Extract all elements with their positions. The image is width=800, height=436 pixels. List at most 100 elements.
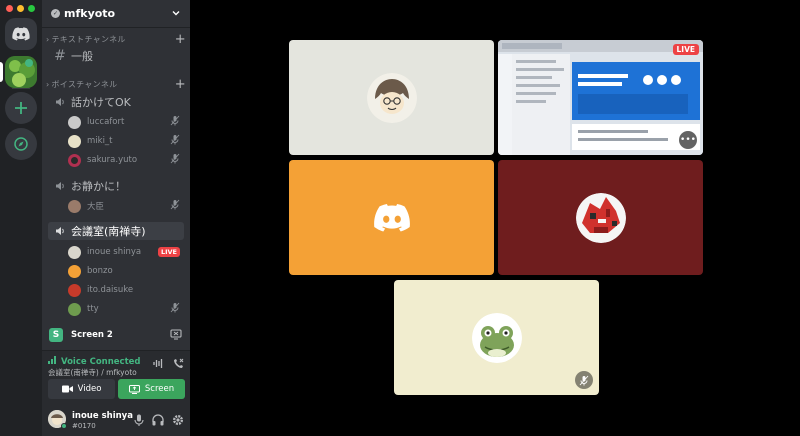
voice-user[interactable]: ito.daisuke: [68, 282, 184, 298]
server-name: mfkyoto: [64, 7, 116, 20]
category-text-channels[interactable]: › テキストチャンネル +: [46, 32, 186, 47]
category-label: ボイスチャンネル: [51, 79, 118, 89]
voice-channel-3[interactable]: 会議室(南禅寺): [48, 222, 184, 240]
avatar: [471, 312, 522, 363]
screen-share-label: Screen 2: [71, 330, 113, 340]
signal-icon: [48, 356, 56, 364]
channel-label: お静かに！: [71, 180, 126, 193]
settings-icon[interactable]: [172, 414, 184, 426]
add-channel-icon[interactable]: +: [175, 77, 186, 92]
voice-status-label: Voice Connected: [60, 357, 141, 367]
mute-icon: [579, 375, 589, 385]
avatar: [366, 72, 417, 123]
rail-divider: [12, 88, 30, 89]
window-close-button[interactable]: [6, 5, 13, 12]
screen-button[interactable]: Screen: [118, 379, 185, 399]
avatar: [68, 264, 81, 278]
screen-icon: [128, 384, 140, 394]
channel-label: 話かけてOK: [71, 96, 131, 109]
current-user-tag: #0170: [72, 422, 96, 430]
video-icon: [61, 385, 73, 393]
chevron-down-icon: [172, 11, 180, 16]
video-tile[interactable]: [498, 160, 703, 275]
stop-stream-icon[interactable]: [170, 329, 182, 340]
muted-indicator: [575, 371, 593, 389]
user-name: ito.daisuke: [87, 285, 134, 295]
video-button[interactable]: Video: [48, 379, 115, 399]
server-avatar-icon: [5, 56, 37, 88]
avatar: [68, 199, 81, 213]
server-icon-mfkyoto[interactable]: [5, 56, 37, 88]
avatar: [68, 302, 81, 316]
server-badge-icon: ✓: [51, 9, 60, 18]
user-name: inoue shinya: [87, 247, 142, 257]
window-zoom-button[interactable]: [28, 5, 35, 12]
user-name: 大臣: [87, 202, 105, 212]
home-button[interactable]: [5, 18, 37, 50]
video-stage: LIVE •••: [190, 0, 800, 436]
disconnect-icon[interactable]: [172, 358, 184, 370]
video-tile[interactable]: [394, 280, 599, 395]
avatar: [68, 115, 81, 129]
screen-label: Screen: [144, 384, 175, 394]
add-channel-icon[interactable]: +: [175, 32, 186, 47]
discord-home-icon: [12, 27, 30, 41]
voice-user[interactable]: luccafort: [68, 114, 184, 130]
more-options-button[interactable]: •••: [679, 131, 697, 149]
screen-share-row[interactable]: S Screen 2: [46, 324, 186, 346]
speaker-icon: [54, 181, 66, 191]
avatar: [68, 245, 81, 259]
voice-user[interactable]: miki_t: [68, 133, 184, 149]
user-panel: inoue shinya #0170: [42, 402, 190, 436]
category-chevron-icon: ›: [46, 79, 50, 89]
voice-user[interactable]: bonzo: [68, 263, 184, 279]
voice-status[interactable]: Voice Connected: [48, 356, 141, 367]
voice-channel-2[interactable]: お静かに！: [48, 177, 184, 195]
mute-icon: [170, 302, 180, 313]
explore-servers-button[interactable]: [5, 128, 37, 160]
online-status-dot: [61, 423, 67, 429]
hash-icon: #: [54, 48, 66, 64]
current-user-name: inoue shinya: [72, 411, 133, 421]
channel-label: 一般: [71, 50, 93, 63]
mic-icon[interactable]: [134, 414, 144, 426]
screen-share-thumb: S: [49, 328, 63, 342]
user-name: bonzo: [87, 266, 113, 276]
channel-label: 会議室(南禅寺): [71, 225, 146, 238]
voice-user[interactable]: tty: [68, 301, 184, 317]
video-label: Video: [77, 384, 102, 394]
headphones-icon[interactable]: [152, 414, 164, 426]
discord-logo-icon: [373, 203, 410, 232]
server-header[interactable]: ✓ mfkyoto: [42, 0, 190, 28]
mute-icon: [170, 115, 180, 126]
user-name: miki_t: [87, 136, 113, 146]
voice-user[interactable]: 大臣: [68, 198, 184, 214]
voice-user[interactable]: inoue shinya LIVE: [68, 244, 184, 260]
voice-user[interactable]: sakura.yuto: [68, 152, 184, 168]
window-minimize-button[interactable]: [17, 5, 24, 12]
avatar: [575, 192, 626, 243]
server-rail: [0, 0, 42, 436]
user-name: sakura.yuto: [87, 155, 138, 165]
speaker-icon: [54, 226, 66, 236]
mute-icon: [170, 134, 180, 145]
video-tile[interactable]: [289, 160, 494, 275]
voice-location: 会議室(南禅寺) / mfkyoto: [48, 368, 137, 377]
category-voice-channels[interactable]: › ボイスチャンネル +: [46, 77, 186, 92]
screen-share-tile[interactable]: LIVE •••: [498, 40, 703, 155]
screen-share-preview: [498, 40, 703, 155]
explore-icon: [14, 137, 28, 151]
live-badge: LIVE: [672, 44, 699, 55]
voice-connection-panel: Voice Connected 会議室(南禅寺) / mfkyoto Video…: [42, 350, 190, 402]
speaker-icon: [54, 97, 66, 107]
avatar: [68, 283, 81, 297]
noise-suppression-icon[interactable]: [153, 358, 164, 369]
avatar: [68, 134, 81, 148]
channel-general[interactable]: # 一般: [48, 47, 184, 65]
user-name: tty: [87, 304, 99, 314]
category-label: テキストチャンネル: [51, 34, 126, 44]
category-chevron-icon: ›: [46, 34, 50, 44]
add-server-button[interactable]: [5, 92, 37, 124]
voice-channel-1[interactable]: 話かけてOK: [48, 93, 184, 111]
video-tile[interactable]: [289, 40, 494, 155]
